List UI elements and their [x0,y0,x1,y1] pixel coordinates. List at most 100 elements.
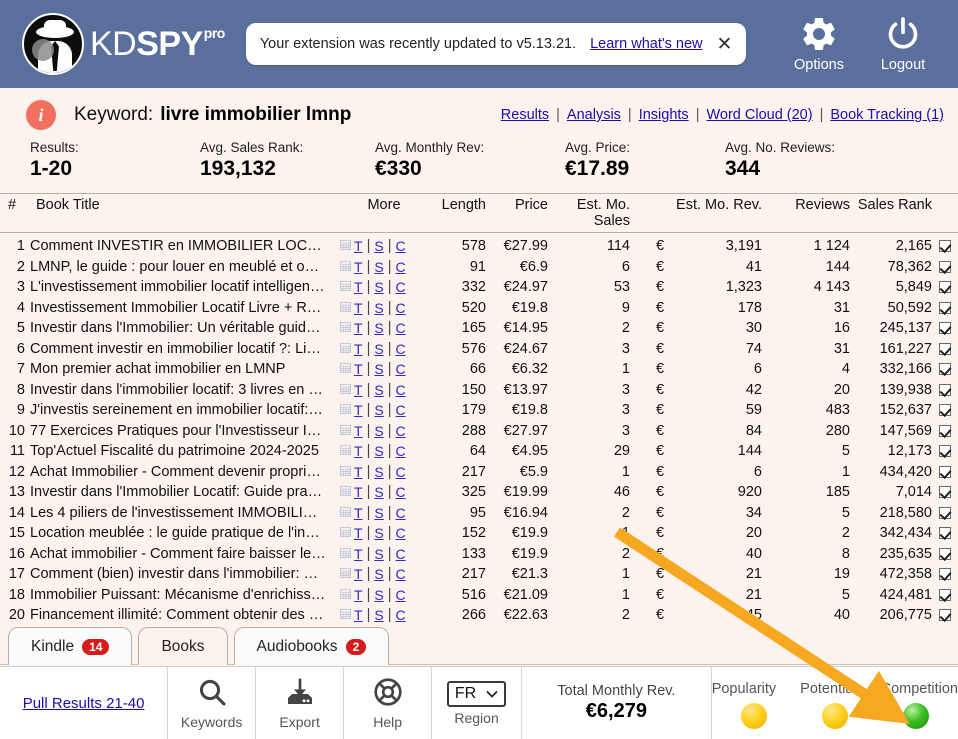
calendar-icon[interactable] [340,423,351,439]
calendar-icon[interactable] [340,361,351,377]
track-link[interactable]: T [354,566,363,582]
row-checkbox-cell[interactable] [932,484,958,500]
category-link[interactable]: C [395,361,405,377]
region-selector[interactable]: FR Region [432,667,523,739]
table-row[interactable]: 12 Achat Immobilier - Comment devenir pro… [0,462,958,483]
table-row[interactable]: 14 Les 4 piliers de l'investissement IMMO… [0,503,958,524]
category-link[interactable]: C [395,525,405,541]
book-title[interactable]: Investir dans l'Immobilier: Un véritable… [30,320,340,336]
row-checkbox-cell[interactable] [932,546,958,562]
calendar-icon[interactable] [340,300,351,316]
stats-link[interactable]: S [374,238,383,254]
row-checkbox-cell[interactable] [932,382,958,398]
row-checkbox[interactable] [939,465,951,478]
stats-link[interactable]: S [374,587,383,603]
book-title[interactable]: Achat immobilier - Comment faire baisser… [30,546,340,562]
track-link[interactable]: T [354,464,363,480]
calendar-icon[interactable] [340,279,351,295]
row-checkbox[interactable] [939,260,951,273]
row-checkbox[interactable] [939,424,951,437]
nav-link-insights[interactable]: Insights [639,107,689,123]
table-row[interactable]: 6 Comment investir en immobilier locatif … [0,339,958,360]
row-checkbox[interactable] [939,527,951,540]
stats-link[interactable]: S [374,484,383,500]
category-link[interactable]: C [395,300,405,316]
nav-link-analysis[interactable]: Analysis [567,107,621,123]
table-row[interactable]: 5 Investir dans l'Immobilier: Un véritabl… [0,318,958,339]
stats-link[interactable]: S [374,505,383,521]
book-title[interactable]: Immobilier Puissant: Mécanisme d'enrichi… [30,587,340,603]
book-title[interactable]: L'investissement immobilier locatif inte… [30,279,340,295]
row-checkbox-cell[interactable] [932,361,958,377]
row-checkbox-cell[interactable] [932,505,958,521]
tab-kindle[interactable]: Kindle 14 [8,627,133,665]
table-row[interactable]: 8 Investir dans l'immobilier locatif: 3 l… [0,380,958,401]
row-checkbox[interactable] [939,588,951,601]
track-link[interactable]: T [354,443,363,459]
stats-link[interactable]: S [374,341,383,357]
row-checkbox-cell[interactable] [932,300,958,316]
help-button[interactable]: Help [344,667,433,739]
logout-button[interactable]: Logout [874,14,932,74]
book-title[interactable]: Comment investir en immobilier locatif ?… [30,341,340,357]
table-row[interactable]: 1 Comment INVESTIR en IMMOBILIER LOC… T | S |… [0,236,958,257]
book-title[interactable]: Les 4 piliers de l'investissement IMMOBI… [30,505,340,521]
pull-results-link[interactable]: Pull Results 21-40 [23,695,145,712]
row-checkbox-cell[interactable] [932,587,958,603]
category-link[interactable]: C [395,238,405,254]
book-title[interactable]: Comment (bien) investir dans l'immobilie… [30,566,340,582]
book-title[interactable]: Achat Immobilier - Comment devenir propr… [30,464,340,480]
stats-link[interactable]: S [374,546,383,562]
category-link[interactable]: C [395,382,405,398]
track-link[interactable]: T [354,238,363,254]
calendar-icon[interactable] [340,464,351,480]
row-checkbox[interactable] [939,506,951,519]
table-row[interactable]: 2 LMNP, le guide : pour louer en meublé e… [0,257,958,278]
row-checkbox-cell[interactable] [932,443,958,459]
book-title[interactable]: Mon premier achat immobilier en LMNP [30,361,340,377]
track-link[interactable]: T [354,546,363,562]
calendar-icon[interactable] [340,546,351,562]
row-checkbox[interactable] [939,486,951,499]
calendar-icon[interactable] [340,443,351,459]
category-link[interactable]: C [395,402,405,418]
row-checkbox-cell[interactable] [932,320,958,336]
calendar-icon[interactable] [340,402,351,418]
category-link[interactable]: C [395,259,405,275]
category-link[interactable]: C [395,464,405,480]
nav-link-word-cloud-20[interactable]: Word Cloud (20) [706,107,812,123]
row-checkbox[interactable] [939,547,951,560]
row-checkbox[interactable] [939,342,951,355]
track-link[interactable]: T [354,279,363,295]
stats-link[interactable]: S [374,382,383,398]
table-row[interactable]: 11 Top'Actuel Fiscalité du patrimoine 202… [0,441,958,462]
tab-audiobooks[interactable]: Audiobooks 2 [233,627,390,665]
stats-link[interactable]: S [374,566,383,582]
calendar-icon[interactable] [340,505,351,521]
book-title[interactable]: Investir dans l'Immobilier Locatif: Guid… [30,484,340,500]
table-row[interactable]: 15 Location meublée : le guide pratique d… [0,523,958,544]
row-checkbox[interactable] [939,404,951,417]
close-icon[interactable]: ✕ [717,35,733,54]
book-title[interactable]: Investissement Immobilier Locatif Livre … [30,300,340,316]
category-link[interactable]: C [395,279,405,295]
track-link[interactable]: T [354,361,363,377]
tab-books[interactable]: Books [138,627,228,665]
row-checkbox-cell[interactable] [932,279,958,295]
category-link[interactable]: C [395,505,405,521]
track-link[interactable]: T [354,587,363,603]
region-select[interactable]: FR [446,680,507,707]
track-link[interactable]: T [354,402,363,418]
category-link[interactable]: C [395,341,405,357]
stats-link[interactable]: S [374,259,383,275]
book-title[interactable]: Top'Actuel Fiscalité du patrimoine 2024-… [30,443,340,459]
book-title[interactable]: Location meublée : le guide pratique de … [30,525,340,541]
book-title[interactable]: J'investis sereinement en immobilier loc… [30,402,340,418]
row-checkbox-cell[interactable] [932,341,958,357]
track-link[interactable]: T [354,484,363,500]
table-row[interactable]: 10 77 Exercices Pratiques pour l'Investis… [0,421,958,442]
stats-link[interactable]: S [374,402,383,418]
table-row[interactable]: 3 L'investissement immobilier locatif int… [0,277,958,298]
row-checkbox-cell[interactable] [932,525,958,541]
stats-link[interactable]: S [374,443,383,459]
